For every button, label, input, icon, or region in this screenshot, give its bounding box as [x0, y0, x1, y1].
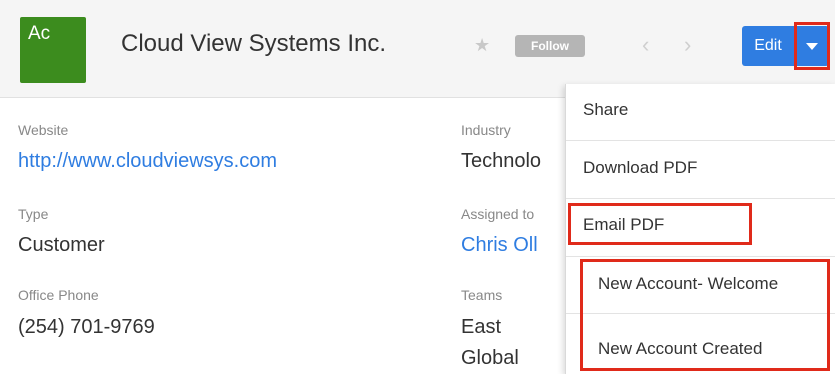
- divider: [566, 256, 835, 257]
- type-label: Type: [18, 206, 49, 222]
- office-phone-label: Office Phone: [18, 287, 99, 303]
- chevron-left-icon[interactable]: ‹: [642, 32, 649, 58]
- team-value: Global: [461, 347, 519, 369]
- edit-button[interactable]: Edit: [742, 26, 794, 66]
- record-title: Cloud View Systems Inc.: [121, 30, 386, 57]
- team-value: East: [461, 316, 502, 338]
- chevron-right-icon[interactable]: ›: [684, 32, 691, 58]
- menu-item-label: Download PDF: [583, 158, 698, 177]
- highlight-box: [794, 22, 830, 70]
- assigned-user-link[interactable]: Chris Oll: [461, 234, 538, 257]
- star-icon[interactable]: ★: [474, 35, 490, 56]
- assigned-label: Assigned to: [461, 206, 535, 222]
- industry-value: Technolo: [461, 150, 542, 172]
- industry-label: Industry: [461, 122, 511, 138]
- highlight-box: [568, 203, 752, 245]
- divider: [566, 198, 835, 199]
- avatar: Ac: [20, 17, 86, 83]
- highlight-box: [580, 259, 830, 371]
- divider: [566, 140, 835, 141]
- website-label: Website: [18, 122, 69, 138]
- avatar-text: Ac: [28, 23, 51, 44]
- office-phone-value: (254) 701-9769: [18, 316, 155, 338]
- menu-item-label: Share: [583, 100, 629, 119]
- type-value: Customer: [18, 234, 105, 256]
- teams-label: Teams: [461, 287, 503, 303]
- website-link[interactable]: http://www.cloudviewsys.com: [18, 150, 277, 173]
- follow-button[interactable]: Follow: [515, 35, 585, 57]
